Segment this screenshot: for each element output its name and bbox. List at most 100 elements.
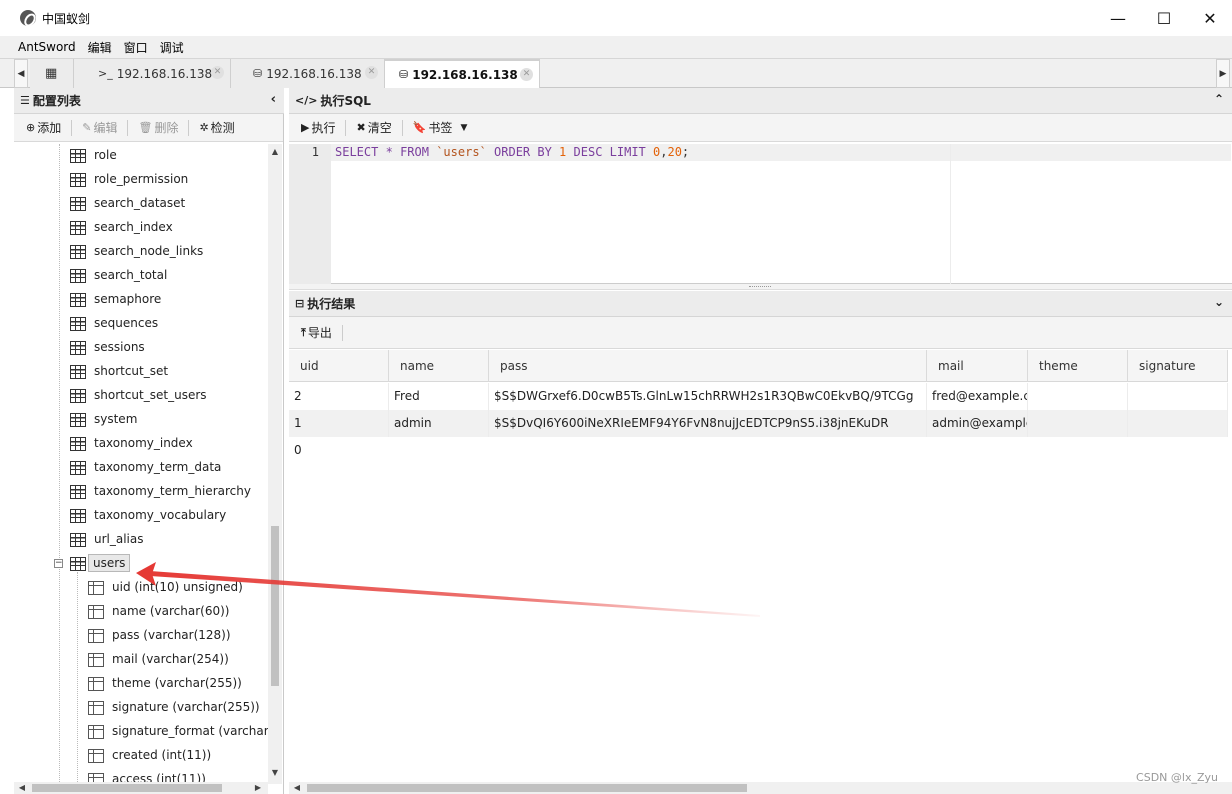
maximize-button[interactable]: ☐	[1141, 0, 1187, 36]
clear-button[interactable]: ✖ 清空	[356, 119, 391, 136]
cell-mail: admin@example.	[927, 410, 1028, 437]
table-icon	[70, 341, 86, 355]
tree-item-column[interactable]: mail (varchar(254))	[14, 648, 268, 672]
tree-item-column[interactable]: uid (int(10) unsigned)	[14, 576, 268, 600]
scroll-left-icon[interactable]: ◀	[291, 783, 303, 792]
sql-query-text[interactable]: SELECT * FROM `users` ORDER BY 1 DESC LI…	[335, 145, 689, 159]
tab-database-1[interactable]: ⛁ 192.168.16.138 ✕	[231, 59, 385, 88]
collapse-node-icon[interactable]: −	[54, 559, 63, 568]
result-horizontal-scrollbar[interactable]: ◀	[289, 782, 1232, 794]
column-header-mail[interactable]: mail	[927, 350, 1028, 382]
tree-item-label: taxonomy_vocabulary	[94, 508, 227, 522]
tree-item-table[interactable]: role	[14, 144, 268, 168]
tab-database-2[interactable]: ⛁ 192.168.16.138 ✕	[385, 59, 540, 88]
tree-item-column[interactable]: pass (varchar(128))	[14, 624, 268, 648]
tree-item-table[interactable]: sessions	[14, 336, 268, 360]
chevron-down-icon[interactable]: ⌄	[1214, 295, 1224, 309]
tree-item-table[interactable]: shortcut_set_users	[14, 384, 268, 408]
tree-item-table[interactable]: role_permission	[14, 168, 268, 192]
collapse-panel-icon[interactable]: ‹	[271, 92, 276, 107]
add-button[interactable]: ⊕ 添加	[26, 119, 61, 136]
tree-item-label: search_index	[94, 220, 173, 234]
tree-item-label: created (int(11))	[112, 748, 212, 762]
menu-debug[interactable]: 调试	[154, 39, 190, 56]
delete-button[interactable]: 🗑 删除	[138, 119, 178, 136]
scrollbar-thumb[interactable]	[32, 784, 222, 792]
scroll-left-icon[interactable]: ◀	[16, 783, 28, 792]
tab-scroll-right-icon[interactable]: ▶	[1216, 59, 1230, 88]
column-header-pass[interactable]: pass	[489, 350, 927, 382]
export-button[interactable]: ⤒ 导出	[301, 324, 332, 341]
tree-vertical-scrollbar[interactable]: ▲ ▼	[268, 144, 282, 784]
table-icon	[70, 413, 86, 427]
detect-button[interactable]: ✲ 检测	[199, 119, 234, 136]
tree-item-label: signature_format (varchar(	[112, 724, 268, 738]
minimize-button[interactable]: —	[1095, 0, 1141, 36]
database-icon: ⛁	[253, 67, 263, 80]
tab-terminal[interactable]: >_ 192.168.16.138 ✕	[74, 59, 231, 88]
tree-item-table[interactable]: shortcut_set	[14, 360, 268, 384]
column-header-name[interactable]: name	[389, 350, 489, 382]
tree-item-column[interactable]: created (int(11))	[14, 744, 268, 768]
tree-item-column[interactable]: name (varchar(60))	[14, 600, 268, 624]
tree-item-table[interactable]: taxonomy_term_hierarchy	[14, 480, 268, 504]
scroll-right-icon[interactable]: ▶	[252, 783, 264, 792]
cell-pass	[489, 437, 927, 464]
tree-item-table[interactable]: search_total	[14, 264, 268, 288]
table-row[interactable]: 1 admin $S$DvQI6Y600iNeXRIeEMF94Y6FvN8nujJ…	[289, 410, 1228, 437]
chevron-up-icon[interactable]: ⌃	[1214, 92, 1224, 106]
column-icon	[88, 701, 104, 715]
tree-item-table[interactable]: taxonomy_index	[14, 432, 268, 456]
tab-home[interactable]: ▦	[30, 59, 74, 88]
tree-item-column[interactable]: signature_format (varchar(	[14, 720, 268, 744]
tree-item-table[interactable]: search_node_links	[14, 240, 268, 264]
tree-item-column[interactable]: theme (varchar(255))	[14, 672, 268, 696]
add-label: 添加	[37, 121, 62, 135]
edit-button[interactable]: ✎ 编辑	[82, 119, 117, 136]
config-toolbar: ⊕ 添加 ✎ 编辑 🗑 删除 ✲ 检测	[14, 114, 283, 142]
tab-scroll-left-icon[interactable]: ◀	[14, 59, 28, 88]
bookmark-button[interactable]: 🔖 书签 ▼	[413, 119, 468, 136]
column-icon	[88, 749, 104, 763]
cell-signature	[1128, 383, 1228, 410]
tree-horizontal-scrollbar[interactable]: ◀ ▶	[14, 782, 268, 794]
table-icon	[70, 485, 86, 499]
close-tab-icon[interactable]: ✕	[520, 68, 533, 81]
close-tab-icon[interactable]: ✕	[365, 66, 378, 79]
cell-uid: 2	[289, 383, 389, 410]
table-icon	[70, 461, 86, 475]
close-tab-icon[interactable]: ✕	[211, 66, 224, 79]
column-header-signature[interactable]: signature	[1128, 350, 1228, 382]
tree-item-table[interactable]: system	[14, 408, 268, 432]
close-window-button[interactable]: ✕	[1187, 0, 1232, 36]
tree-item-column[interactable]: signature (varchar(255))	[14, 696, 268, 720]
tree-item-table[interactable]: semaphore	[14, 288, 268, 312]
scroll-up-icon[interactable]: ▲	[269, 147, 281, 156]
tree-item-label: search_node_links	[94, 244, 204, 258]
sql-panel: </> 执行SQL ⌃ ▶ 执行 ✖ 清空 🔖 书签 ▼ 1 SELECT * FROM…	[289, 88, 1232, 794]
tree-item-table[interactable]: search_dataset	[14, 192, 268, 216]
table-row[interactable]: 0	[289, 437, 1228, 464]
tree-item-users[interactable]: − users	[14, 552, 268, 576]
scrollbar-thumb[interactable]	[307, 784, 747, 792]
sql-editor[interactable]: 1 SELECT * FROM `users` ORDER BY 1 DESC …	[289, 144, 1232, 284]
column-header-uid[interactable]: uid	[289, 350, 389, 382]
menu-antsword[interactable]: AntSword	[0, 40, 82, 54]
scroll-down-icon[interactable]: ▼	[269, 768, 281, 777]
tree-item-table[interactable]: search_index	[14, 216, 268, 240]
tree-item-table[interactable]: taxonomy_vocabulary	[14, 504, 268, 528]
menu-window[interactable]: 窗口	[118, 39, 154, 56]
panel-splitter[interactable]	[289, 284, 1232, 290]
column-header-theme[interactable]: theme	[1028, 350, 1128, 382]
run-button[interactable]: ▶ 执行	[301, 119, 335, 136]
sql-token: ORDER BY	[494, 145, 552, 159]
tree-item-table[interactable]: url_alias	[14, 528, 268, 552]
scrollbar-thumb[interactable]	[271, 526, 279, 686]
menu-edit[interactable]: 编辑	[82, 39, 118, 56]
tree-item-label: taxonomy_index	[94, 436, 193, 450]
tree-item-table[interactable]: sequences	[14, 312, 268, 336]
table-row[interactable]: 2 Fred $S$DWGrxef6.D0cwB5Ts.GlnLw15chRRWH2…	[289, 383, 1228, 410]
tree-item-label: shortcut_set_users	[94, 388, 207, 402]
tree-item-table[interactable]: taxonomy_term_data	[14, 456, 268, 480]
